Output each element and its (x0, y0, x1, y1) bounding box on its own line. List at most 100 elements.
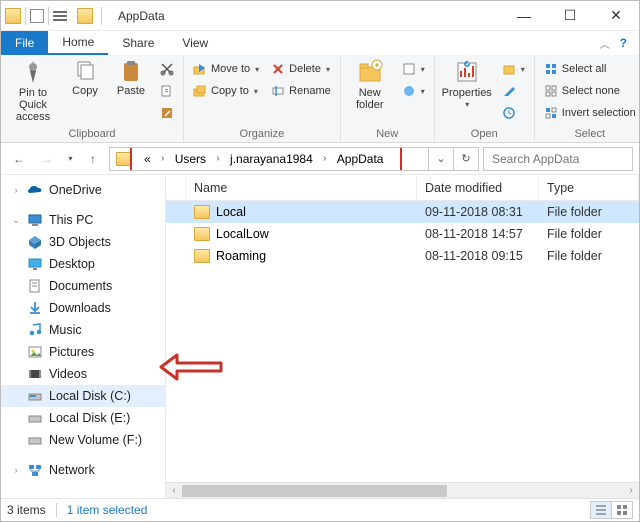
list-item[interactable]: Roaming 08-11-2018 09:15 File folder (166, 245, 639, 267)
view-toggle (591, 501, 633, 519)
label: Videos (49, 367, 87, 381)
documents-icon (27, 278, 43, 294)
customize-qat-icon[interactable] (53, 11, 67, 21)
nav-tree: › OneDrive ⌄ This PC 3D Objects Desktop … (1, 175, 166, 498)
label: Documents (49, 279, 112, 293)
select-all-button[interactable]: Select all (541, 59, 639, 79)
tree-local-disk-e[interactable]: Local Disk (E:) (1, 407, 165, 429)
scroll-track[interactable] (182, 483, 623, 498)
minimize-button[interactable]: — (501, 1, 547, 31)
tab-view[interactable]: View (168, 31, 222, 55)
copy-button[interactable]: Copy (65, 57, 105, 97)
tree-pictures[interactable]: Pictures (1, 341, 165, 363)
invert-selection-button[interactable]: Invert selection (541, 103, 639, 123)
new-item-button[interactable]: ▾ (399, 59, 428, 79)
file-date: 08-11-2018 14:57 (417, 227, 539, 241)
breadcrumb-overflow[interactable]: « (138, 148, 157, 170)
onedrive-icon (27, 182, 43, 198)
refresh-button[interactable]: ↻ (454, 148, 478, 170)
breadcrumb-users[interactable]: Users (169, 148, 212, 170)
new-folder-button[interactable]: ✦ New folder (347, 57, 393, 111)
delete-button[interactable]: Delete▾ (268, 59, 334, 79)
open-button[interactable]: ▾ (499, 59, 528, 79)
chevron-right-icon[interactable]: › (11, 465, 21, 475)
collapse-ribbon-icon[interactable]: ︿ (596, 36, 614, 51)
help-icon[interactable]: ? (614, 36, 633, 50)
folder-icon[interactable] (110, 148, 138, 170)
label: Invert selection (562, 107, 636, 119)
scroll-right-button[interactable]: › (623, 483, 639, 499)
column-name[interactable]: Name (186, 175, 417, 200)
folder-icon[interactable] (5, 8, 21, 24)
label: Copy (72, 85, 98, 97)
select-none-button[interactable]: Select none (541, 81, 639, 101)
tree-desktop[interactable]: Desktop (1, 253, 165, 275)
search-box[interactable] (483, 147, 633, 171)
thumbnails-view-button[interactable] (611, 501, 633, 519)
tab-share[interactable]: Share (108, 31, 168, 55)
chevron-right-icon[interactable]: › (212, 153, 224, 164)
chevron-right-icon[interactable]: › (319, 153, 331, 164)
edit-button[interactable] (499, 81, 528, 101)
easy-access-button[interactable]: ▾ (399, 81, 428, 101)
column-date[interactable]: Date modified (417, 175, 539, 200)
chevron-right-icon[interactable]: › (157, 153, 169, 164)
group-select: Select all Select none Invert selection … (535, 55, 640, 142)
details-view-button[interactable] (590, 501, 612, 519)
group-label: Clipboard (7, 127, 177, 142)
breadcrumb-user[interactable]: j.narayana1984 (224, 148, 319, 170)
column-headers: Name Date modified Type (166, 175, 639, 201)
tree-3d-objects[interactable]: 3D Objects (1, 231, 165, 253)
tree-local-disk-c[interactable]: Local Disk (C:) (1, 385, 165, 407)
forward-button[interactable]: → (35, 147, 59, 171)
tree-downloads[interactable]: Downloads (1, 297, 165, 319)
chevron-right-icon[interactable]: › (11, 185, 21, 195)
scroll-thumb[interactable] (182, 485, 447, 497)
this-pc-icon (27, 212, 43, 228)
address-bar[interactable]: « › Users › j.narayana1984 › AppData ⌄ ↻ (109, 147, 479, 171)
rename-button[interactable]: Rename (268, 81, 334, 101)
column-type[interactable]: Type (539, 175, 639, 200)
cut-button[interactable] (157, 59, 177, 79)
tree-videos[interactable]: Videos (1, 363, 165, 385)
copy-to-button[interactable]: Copy to▾ (190, 81, 262, 101)
tree-music[interactable]: Music (1, 319, 165, 341)
search-input[interactable] (490, 151, 626, 167)
up-button[interactable]: ↑ (81, 147, 105, 171)
folder-icon (194, 249, 210, 263)
history-button[interactable] (499, 103, 528, 123)
properties-qat-icon[interactable] (30, 9, 44, 23)
copy-path-button[interactable] (157, 81, 177, 101)
list-item[interactable]: Local 09-11-2018 08:31 File folder (166, 201, 639, 223)
title-bar: AppData — ☐ ✕ (1, 1, 639, 31)
horizontal-scrollbar[interactable]: ‹ › (166, 482, 639, 498)
tree-new-volume-f[interactable]: New Volume (F:) (1, 429, 165, 451)
content-area: › OneDrive ⌄ This PC 3D Objects Desktop … (1, 175, 639, 498)
pin-to-quick-access-button[interactable]: Pin to Quick access (7, 57, 59, 123)
tree-this-pc[interactable]: ⌄ This PC (1, 209, 165, 231)
move-to-button[interactable]: Move to▾ (190, 59, 262, 79)
file-date: 09-11-2018 08:31 (417, 205, 539, 219)
new-item-icon (402, 62, 416, 76)
tree-documents[interactable]: Documents (1, 275, 165, 297)
tab-home[interactable]: Home (48, 31, 108, 55)
column-checkbox[interactable] (166, 175, 186, 200)
recent-locations-button[interactable]: ▾ (63, 147, 77, 171)
breadcrumb-appdata[interactable]: AppData (331, 148, 390, 170)
back-button[interactable]: ← (7, 147, 31, 171)
select-none-icon (544, 84, 558, 98)
tree-onedrive[interactable]: › OneDrive (1, 179, 165, 201)
address-dropdown-button[interactable]: ⌄ (429, 148, 453, 170)
close-button[interactable]: ✕ (593, 1, 639, 31)
scroll-left-button[interactable]: ‹ (166, 483, 182, 499)
list-item[interactable]: LocalLow 08-11-2018 14:57 File folder (166, 223, 639, 245)
chevron-down-icon[interactable]: ⌄ (11, 215, 21, 226)
tab-file[interactable]: File (1, 31, 48, 55)
properties-button[interactable]: Properties ▾ (441, 57, 493, 110)
paste-button[interactable]: Paste (111, 57, 151, 97)
separator (25, 7, 26, 25)
window-controls: — ☐ ✕ (501, 1, 639, 31)
maximize-button[interactable]: ☐ (547, 1, 593, 31)
tree-network[interactable]: › Network (1, 459, 165, 481)
paste-shortcut-button[interactable] (157, 103, 177, 123)
